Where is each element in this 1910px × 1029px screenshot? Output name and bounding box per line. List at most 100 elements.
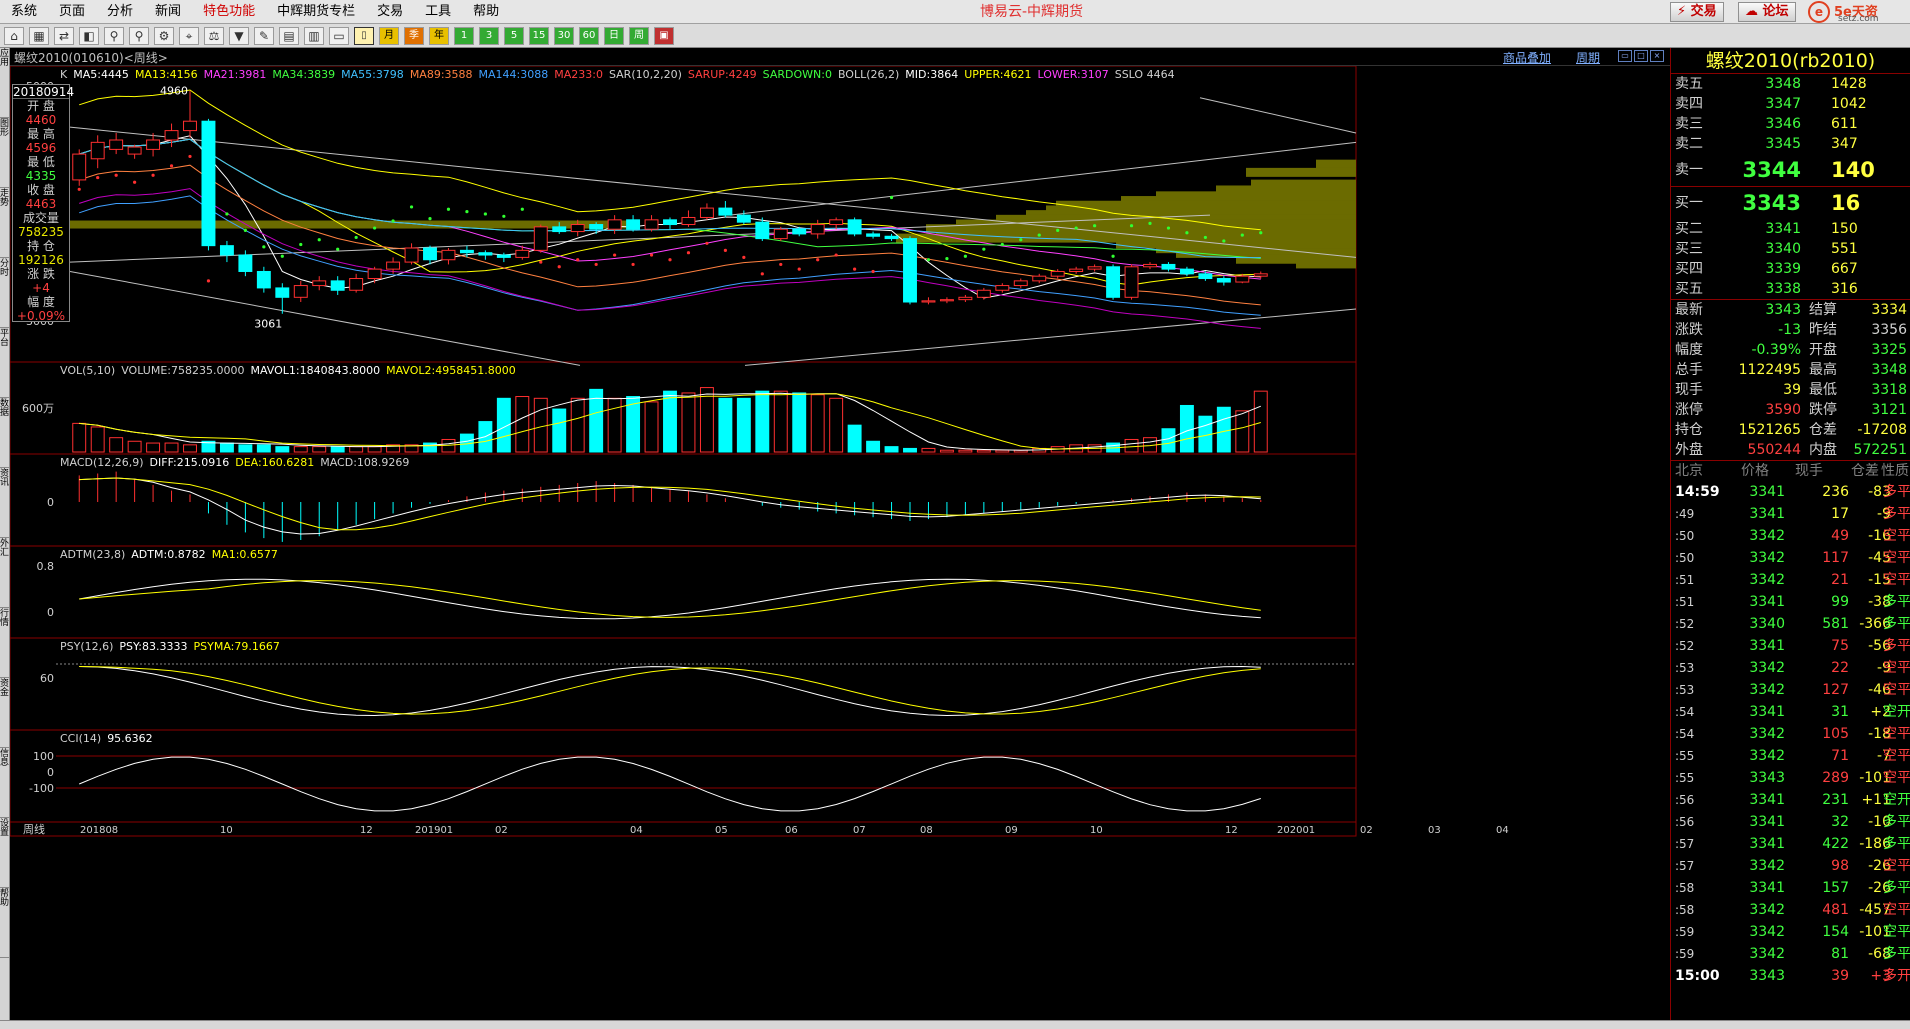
tick-row[interactable]: :52 3341 75 -56 多平 [1671, 635, 1910, 657]
tick-row[interactable]: :54 3341 31 +2 空开 [1671, 701, 1910, 723]
menu-item-7[interactable]: 工具 [414, 0, 462, 24]
left-tab-9[interactable]: 资金 [0, 678, 10, 748]
toolbar-button-3-icon[interactable]: ◧ [79, 26, 99, 45]
tick-row[interactable]: :58 3342 481 -457 空平 [1671, 899, 1910, 921]
tick-row[interactable]: :51 3341 99 -38 多平 [1671, 591, 1910, 613]
ask-row[interactable]: 卖四 3347 1042 [1671, 94, 1910, 114]
left-tab-1[interactable]: 图形 [0, 118, 10, 188]
toolbar-button-22-icon[interactable]: 30 [554, 26, 574, 45]
tick-row[interactable]: :50 3342 49 -16 空平 [1671, 525, 1910, 547]
toolbar-button-21-icon[interactable]: 15 [529, 26, 549, 45]
tick-row[interactable]: :55 3343 289 -101 空平 [1671, 767, 1910, 789]
bid-row[interactable]: 买四 3339 667 [1671, 259, 1910, 279]
tick-row[interactable]: :56 3341 32 -10 多平 [1671, 811, 1910, 833]
toolbar-button-16-icon[interactable]: 季 [404, 26, 424, 45]
tick-price: 3342 [1749, 682, 1785, 698]
toolbar-button-8-icon[interactable]: ⚖ [204, 26, 224, 45]
left-tab-11[interactable]: 设置 [0, 818, 10, 888]
toolbar-button-0-icon[interactable]: ⌂ [4, 26, 24, 45]
trade-button[interactable]: ⚡ 交易 [1670, 2, 1724, 22]
tick-row[interactable]: :57 3342 98 -26 空平 [1671, 855, 1910, 877]
left-tab-8[interactable]: 行情 [0, 608, 10, 678]
toolbar-button-4-icon[interactable]: ⚲ [104, 26, 124, 45]
toolbar-button-5-icon[interactable]: ⚲ [129, 26, 149, 45]
toolbar-button-25-icon[interactable]: 周 [629, 26, 649, 45]
ask-row[interactable]: 卖五 3348 1428 [1671, 74, 1910, 94]
tick-row[interactable]: :59 3342 154 -101 空平 [1671, 921, 1910, 943]
toolbar-button-24-icon[interactable]: 日 [604, 26, 624, 45]
toolbar-button-2-icon[interactable]: ⇄ [54, 26, 74, 45]
tick-row[interactable]: :59 3342 81 -68 多平 [1671, 943, 1910, 965]
menu-item-2[interactable]: 分析 [96, 0, 144, 24]
left-tab-4[interactable]: 平台 [0, 328, 10, 398]
window-max-icon[interactable]: □ [1634, 50, 1648, 62]
left-tab-2[interactable]: 走势 [0, 188, 10, 258]
tick-row[interactable]: :52 3340 581 -366 多平 [1671, 613, 1910, 635]
menu-item-4[interactable]: 特色功能 [192, 0, 266, 24]
period-link[interactable]: 周期 [1576, 49, 1600, 66]
tick-qty: 289 [1822, 770, 1849, 786]
tick-row[interactable]: :53 3342 127 -46 空平 [1671, 679, 1910, 701]
menu-item-0[interactable]: 系统 [0, 0, 48, 24]
toolbar-button-11-icon[interactable]: ▤ [279, 26, 299, 45]
left-tab-0[interactable]: 应用 [0, 48, 10, 118]
tick-row[interactable]: 14:59 3341 236 -83 多平 [1671, 481, 1910, 503]
tick-row[interactable]: :57 3341 422 -186 多平 [1671, 833, 1910, 855]
menu-item-5[interactable]: 中辉期货专栏 [266, 0, 366, 24]
toolbar-button-26-icon[interactable]: ▣ [654, 26, 674, 45]
ask-row[interactable]: 卖三 3346 611 [1671, 114, 1910, 134]
bid1-row[interactable]: 买一 3343 16 [1671, 187, 1910, 219]
toolbar-button-23-icon[interactable]: 60 [579, 26, 599, 45]
bid-row[interactable]: 买五 3338 316 [1671, 279, 1910, 299]
toolbar-button-12-icon[interactable]: ▥ [304, 26, 324, 45]
menu-item-8[interactable]: 帮助 [462, 0, 510, 24]
toolbar-button-18-icon[interactable]: 1 [454, 26, 474, 45]
window-close-icon[interactable]: × [1650, 50, 1664, 62]
window-restore-icon[interactable]: ▭ [1618, 50, 1632, 62]
toolbar-button-13-icon[interactable]: ▭ [329, 26, 349, 45]
toolbar-button-6-icon[interactable]: ⚙ [154, 26, 174, 45]
tick-row[interactable]: :55 3342 71 -7 空平 [1671, 745, 1910, 767]
toolbar-button-15-icon[interactable]: 月 [379, 26, 399, 45]
left-tab-12[interactable]: 帮助 [0, 888, 10, 958]
toolbar-button-14-icon[interactable]: ▯ [354, 26, 374, 45]
forum-button[interactable]: ☁ 论坛 [1738, 2, 1796, 22]
tick-row[interactable]: :58 3341 157 -26 多平 [1671, 877, 1910, 899]
tick-row[interactable]: :51 3342 21 -15 空平 [1671, 569, 1910, 591]
tick-qty: 39 [1831, 968, 1849, 984]
chart-area[interactable]: K MA5:4445 MA13:4156 MA21:3981 MA34:3839 MA55… [10, 66, 1670, 1020]
bid-row[interactable]: 买三 3340 551 [1671, 239, 1910, 259]
left-tab-10[interactable]: 信息 [0, 748, 10, 818]
toolbar-button-17-icon[interactable]: 年 [429, 26, 449, 45]
overlay-link[interactable]: 商品叠加 [1503, 49, 1551, 66]
tick-row[interactable]: 15:00 3343 39 +3 多开 [1671, 965, 1910, 987]
tick-qty: 99 [1831, 594, 1849, 610]
tick-row[interactable]: :54 3342 105 -18 空平 [1671, 723, 1910, 745]
menu-item-6[interactable]: 交易 [366, 0, 414, 24]
left-tab-7[interactable]: 外汇 [0, 538, 10, 608]
bid-row[interactable]: 买二 3341 150 [1671, 219, 1910, 239]
toolbar-button-7-icon[interactable]: ⌖ [179, 26, 199, 45]
menu-item-3[interactable]: 新闻 [144, 0, 192, 24]
ask-row[interactable]: 卖二 3345 347 [1671, 134, 1910, 154]
tick-row[interactable]: :49 3341 17 -9 多平 [1671, 503, 1910, 525]
sar-dot [926, 258, 931, 262]
toolbar-button-9-icon[interactable]: ▼ [229, 26, 249, 45]
bid-label: 买五 [1675, 281, 1703, 297]
ask-price: 3348 [1765, 76, 1801, 92]
left-tab-3[interactable]: 分时 [0, 258, 10, 328]
left-tab-6[interactable]: 资讯 [0, 468, 10, 538]
left-tab-5[interactable]: 数据 [0, 398, 10, 468]
ask1-row[interactable]: 卖一 3344 140 [1671, 154, 1910, 186]
volume-bar [164, 442, 179, 453]
x-axis-label: 202001 [1277, 825, 1315, 836]
tick-row[interactable]: :53 3342 22 -9 空平 [1671, 657, 1910, 679]
toolbar-button-19-icon[interactable]: 3 [479, 26, 499, 45]
tick-row[interactable]: :56 3341 231 +11 空开 [1671, 789, 1910, 811]
toolbar-button-1-icon[interactable]: ▦ [29, 26, 49, 45]
tick-list[interactable]: 14:59 3341 236 -83 多平:49 3341 17 -9 多平:50 3342 49-… [1671, 481, 1910, 987]
toolbar-button-20-icon[interactable]: 5 [504, 26, 524, 45]
menu-item-1[interactable]: 页面 [48, 0, 96, 24]
toolbar-button-10-icon[interactable]: ✎ [254, 26, 274, 45]
tick-row[interactable]: :50 3342 117 -45 空平 [1671, 547, 1910, 569]
